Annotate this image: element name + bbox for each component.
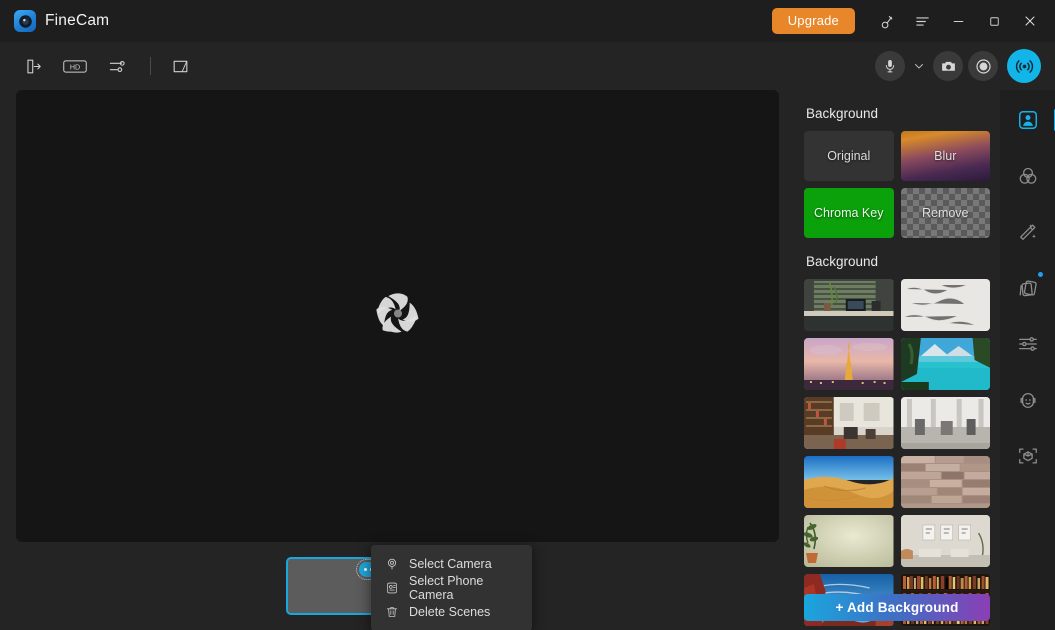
upgrade-button[interactable]: Upgrade (772, 8, 855, 34)
key-icon[interactable] (869, 5, 903, 37)
main-toolbar: HD (0, 42, 1055, 90)
microphone-icon[interactable] (875, 51, 905, 81)
background-thumb-desert-dunes[interactable] (804, 456, 894, 508)
background-thumb-library-cafe[interactable] (804, 397, 894, 449)
trash-icon (384, 605, 399, 620)
mode-label: Remove (922, 206, 969, 220)
mode-label: Blur (934, 149, 956, 163)
camera-preview-area[interactable] (16, 90, 779, 542)
menu-label: Select Camera (409, 557, 492, 571)
add-background-button[interactable]: + Add Background (804, 594, 990, 621)
mode-blur[interactable]: Blur (901, 131, 991, 181)
title-bar: FineCam Upgrade (0, 0, 1055, 42)
app-brand: FineCam (14, 10, 109, 32)
rail-item-avatar[interactable] (1010, 382, 1046, 418)
mode-original[interactable]: Original (804, 131, 894, 181)
menu-label: Delete Scenes (409, 605, 490, 619)
broadcast-live-icon[interactable] (1007, 49, 1041, 83)
background-panel: Background Original Blur Chroma Key Remo… (795, 90, 1000, 630)
background-thumbnail-grid (804, 279, 990, 626)
rail-item-filters[interactable] (1010, 158, 1046, 194)
rail-item-ar-objects[interactable] (1010, 438, 1046, 474)
mode-label: Chroma Key (814, 206, 883, 220)
webcam-icon (384, 557, 399, 572)
background-thumb-office-blinds[interactable] (804, 279, 894, 331)
feature-rail (1000, 90, 1055, 630)
background-thumb-framed-art-room[interactable] (901, 515, 991, 567)
finecam-window: FineCam Upgrade (0, 0, 1055, 630)
window-controls (869, 5, 1047, 37)
menu-item-select-phone-camera[interactable]: Select Phone Camera (371, 576, 532, 600)
background-thumb-turquoise-lake[interactable] (901, 338, 991, 390)
panel-title-backgrounds: Background (806, 254, 1000, 269)
app-body: Select Camera Select Phone Camera (0, 90, 1055, 630)
background-thumb-stone-wall[interactable] (901, 456, 991, 508)
svg-text:HD: HD (70, 63, 80, 71)
close-icon[interactable] (1013, 5, 1047, 37)
rail-item-adjust[interactable] (1010, 326, 1046, 362)
rail-item-stickers[interactable] (1010, 270, 1046, 306)
mode-label: Original (827, 149, 870, 163)
background-thumb-white-wall[interactable] (901, 279, 991, 331)
scene-context-menu: Select Camera Select Phone Camera (371, 545, 532, 630)
rail-badge-dot (1038, 272, 1043, 277)
hamburger-menu-icon[interactable] (905, 5, 939, 37)
background-thumb-eiffel-tower[interactable] (804, 338, 894, 390)
adjust-sliders-icon[interactable] (98, 50, 136, 82)
minimize-icon[interactable] (941, 5, 975, 37)
menu-item-select-camera[interactable]: Select Camera (371, 552, 532, 576)
app-title: FineCam (45, 12, 109, 30)
export-output-icon[interactable] (14, 50, 52, 82)
background-thumbnail-scroll[interactable] (804, 279, 999, 630)
background-thumb-bright-gym[interactable] (901, 397, 991, 449)
background-mode-grid: Original Blur Chroma Key Remove (804, 131, 990, 238)
rail-item-background[interactable] (1010, 102, 1046, 138)
rail-item-beautify[interactable] (1010, 214, 1046, 250)
hd-quality-icon[interactable]: HD (56, 50, 94, 82)
record-icon[interactable] (968, 51, 998, 81)
chevron-down-icon[interactable] (910, 52, 928, 80)
maximize-icon[interactable] (977, 5, 1011, 37)
background-thumb-green-plant-wall[interactable] (804, 515, 894, 567)
toolbar-divider (150, 57, 151, 75)
whiteboard-icon[interactable] (161, 50, 199, 82)
preview-column: Select Camera Select Phone Camera (0, 90, 795, 630)
phone-camera-icon (384, 581, 399, 596)
toolbar-right-group (875, 49, 1041, 83)
mode-remove[interactable]: Remove (901, 188, 991, 238)
menu-label: Select Phone Camera (409, 574, 519, 602)
aperture-shutter-logo-icon (375, 291, 421, 342)
panel-title-modes: Background (806, 106, 1000, 121)
menu-item-delete-scenes[interactable]: Delete Scenes (371, 600, 532, 624)
finecam-aperture-logo-icon (14, 10, 36, 32)
camera-snapshot-icon[interactable] (933, 51, 963, 81)
mode-chroma-key[interactable]: Chroma Key (804, 188, 894, 238)
